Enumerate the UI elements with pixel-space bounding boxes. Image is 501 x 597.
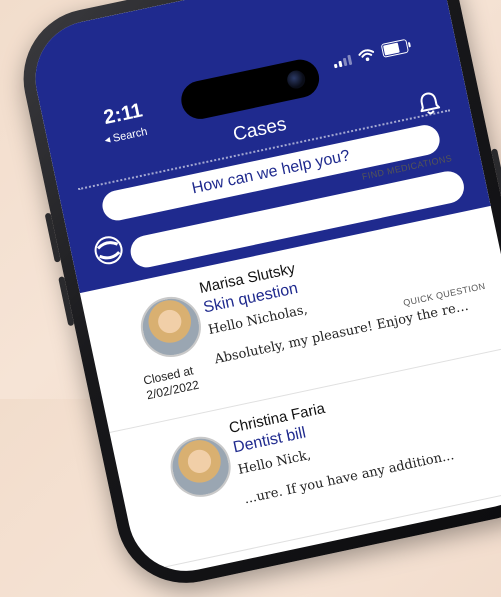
avatar	[165, 431, 237, 503]
wifi-icon	[358, 49, 375, 62]
case-preview: Absolutely, my pleasure! Enjoy the rest …	[213, 299, 470, 368]
phone-screen: 2:11 ◂ Search Cases How can we help you?…	[24, 0, 501, 582]
signal-icon	[333, 54, 353, 69]
case-preview: ...ure. If you have any addition...	[242, 448, 456, 508]
status-icons	[332, 38, 410, 69]
battery-icon	[380, 38, 410, 58]
phone-device: 2:11 ◂ Search Cases How can we help you?…	[10, 0, 501, 596]
case-closed-status: Closed at 2/02/2022	[142, 359, 217, 403]
brand-logo-icon	[94, 236, 123, 265]
help-prompt-label: How can we help you?	[190, 147, 352, 198]
camera-icon	[285, 68, 307, 91]
avatar	[135, 291, 207, 363]
stage: 2:11 ◂ Search Cases How can we help you?…	[0, 0, 501, 596]
